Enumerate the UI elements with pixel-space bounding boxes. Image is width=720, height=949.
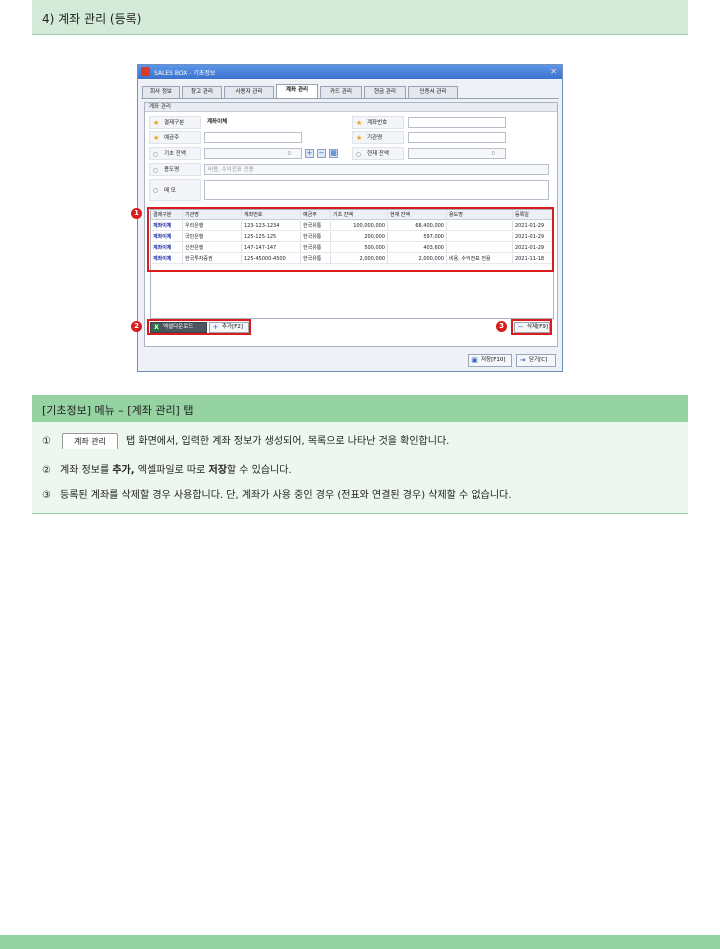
app-logo-icon	[141, 67, 150, 76]
item-text: 등록된 계좌를 삭제할 경우 사용합니다. 단, 계좌가 사용 중인 경우 (전…	[60, 490, 512, 501]
add-icon[interactable]: +	[305, 149, 314, 158]
item-number: ②	[42, 465, 51, 476]
highlight-box-list	[147, 207, 554, 272]
type-field[interactable]: 계좌이체	[204, 117, 302, 128]
tab-warehouse[interactable]: 창고 관리	[182, 86, 222, 98]
required-star-icon: ★	[153, 119, 160, 127]
badge-2: 2	[131, 321, 142, 332]
excel-icon: X	[153, 324, 160, 331]
list-item: ① 계좌 관리 탭 화면에서, 입력한 계좌 정보가 생성되어, 목록으로 나타난 …	[42, 432, 449, 449]
menu-section-title: [기초정보] 메뉴 – [계좌 관리] 탭	[42, 404, 194, 417]
delete-button[interactable]: − 삭제[F9]	[514, 322, 550, 333]
item-bold-text: 추가,	[112, 465, 135, 476]
optional-dot-icon	[153, 188, 158, 193]
tab-accounts[interactable]: 계좌 관리	[276, 84, 318, 99]
bank-input[interactable]	[408, 132, 506, 143]
base-balance-label: 기초 잔액	[149, 147, 201, 160]
item-text: 탭 화면에서, 입력한 계좌 정보가 생성되어, 목록으로 나타난 것을 확인합…	[125, 436, 450, 447]
holder-label: ★ 예금주	[149, 131, 201, 144]
panel-title: 계좌 관리	[145, 103, 557, 112]
account-no-label: ★ 계좌번호	[352, 116, 404, 129]
account-tab-chip: 계좌 관리	[62, 433, 118, 449]
tab-company[interactable]: 회사 정보	[142, 86, 180, 98]
optional-dot-icon	[153, 168, 158, 173]
menu-section-header: [기초정보] 메뉴 – [계좌 관리] 탭	[32, 395, 688, 422]
tab-users[interactable]: 사용자 관리	[224, 86, 274, 98]
calculator-icon[interactable]: ▦	[329, 149, 338, 158]
badge-1: 1	[131, 208, 142, 219]
add-button[interactable]: + 추가[F2]	[209, 322, 249, 333]
save-icon: ▣	[471, 356, 478, 364]
item-text: 할 수 있습니다.	[226, 465, 292, 476]
excel-download-button[interactable]: X 엑셀다운로드	[150, 322, 207, 333]
item-number: ①	[42, 436, 51, 447]
required-star-icon: ★	[356, 119, 363, 127]
required-star-icon: ★	[153, 134, 160, 142]
account-no-input[interactable]	[408, 117, 506, 128]
exit-icon: ⇥	[519, 356, 526, 364]
type-label: ★ 결제구분	[149, 116, 201, 129]
purpose-label: 용도명	[149, 163, 201, 176]
save-button[interactable]: ▣ 저장[F10]	[468, 354, 512, 367]
footer-bar	[0, 935, 720, 949]
close-button[interactable]: ⇥ 닫기[C]	[516, 354, 556, 367]
item-text: 엑셀파일로 따로	[134, 465, 209, 476]
base-balance-input[interactable]: 0	[204, 148, 302, 159]
item-bold-text: 저장	[208, 465, 227, 476]
app-window: SALES BOX - 기초정보 ✕ 회사 정보 창고 관리 사용자 관리 계좌…	[131, 64, 563, 372]
menu-section-body: ① 계좌 관리 탭 화면에서, 입력한 계좌 정보가 생성되어, 목록으로 나타난 …	[32, 422, 688, 514]
optional-dot-icon	[356, 152, 361, 157]
list-item: ② 계좌 정보를 추가, 엑셀파일로 따로 저장할 수 있습니다.	[42, 461, 292, 476]
tab-certificates[interactable]: 인증서 관리	[408, 86, 458, 98]
memo-label: 메 모	[149, 179, 201, 201]
list-item: ③ 등록된 계좌를 삭제할 경우 사용합니다. 단, 계좌가 사용 중인 경우 (…	[42, 486, 511, 501]
plus-icon: +	[212, 323, 219, 331]
optional-dot-icon	[153, 152, 158, 157]
close-icon[interactable]: ✕	[550, 67, 557, 76]
window-title: SALES BOX - 기초정보	[154, 70, 216, 77]
window-titlebar: SALES BOX - 기초정보 ✕	[138, 65, 562, 79]
holder-input[interactable]	[204, 132, 302, 143]
minus-icon[interactable]: −	[317, 149, 326, 158]
current-balance-label: 현재 잔액	[352, 147, 404, 160]
bank-label: ★ 기관명	[352, 131, 404, 144]
badge-3: 3	[496, 321, 507, 332]
section-header-bar: 4) 계좌 관리 (등록)	[32, 0, 688, 35]
required-star-icon: ★	[356, 134, 363, 142]
item-number: ③	[42, 490, 51, 501]
purpose-input[interactable]: 비용, 수익전표 전용	[204, 164, 549, 175]
tab-cash[interactable]: 현금 관리	[364, 86, 406, 98]
minus-icon: −	[517, 323, 524, 331]
current-balance-input[interactable]: 0	[408, 148, 506, 159]
tab-cards[interactable]: 카드 관리	[320, 86, 362, 98]
tab-divider	[141, 98, 559, 99]
section-header-title: 4) 계좌 관리 (등록)	[42, 12, 142, 26]
item-text: 계좌 정보를	[60, 465, 113, 476]
memo-textarea[interactable]	[204, 180, 549, 200]
